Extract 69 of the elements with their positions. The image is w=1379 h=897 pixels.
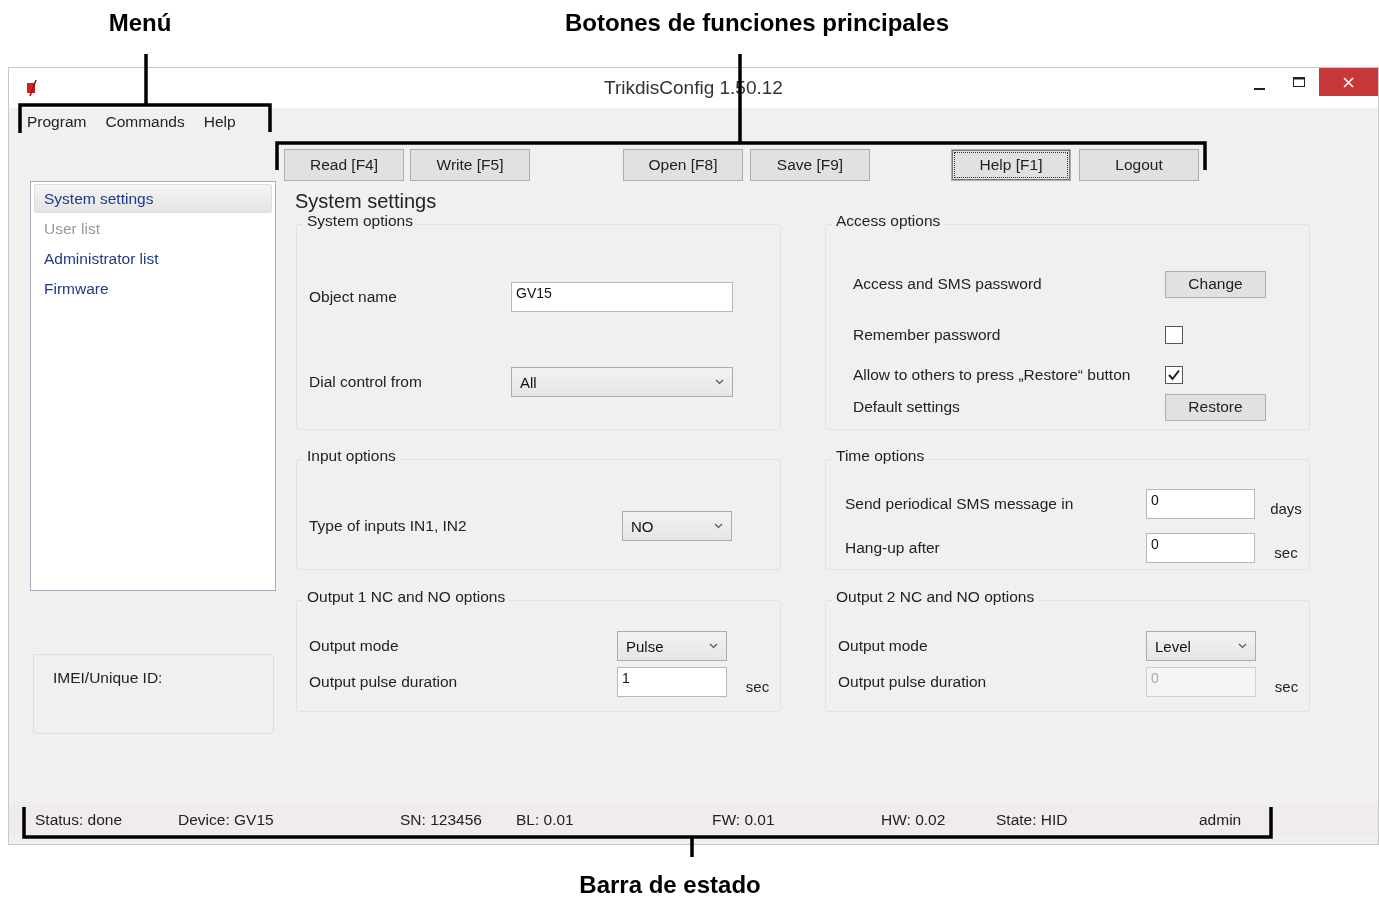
menu-item[interactable]: Help [203, 113, 236, 131]
input-field[interactable]: GV15 [511, 282, 733, 312]
input-field[interactable]: 0 [1146, 533, 1255, 563]
field-label: Output pulse duration [309, 673, 459, 691]
group-title: Input options [303, 447, 400, 465]
status-item: FW: 0.01 [712, 811, 776, 829]
field-label: Hang-up after [845, 539, 941, 557]
field-label: Type of inputs IN1, IN2 [309, 517, 468, 535]
annotation-label: Botones de funciones principales [564, 9, 950, 37]
status-item: BL: 0.01 [516, 811, 575, 829]
toolbar-button[interactable]: Write [F5] [410, 149, 530, 181]
group-title: Access options [832, 212, 945, 230]
toolbar-button[interactable]: Save [F9] [750, 149, 870, 181]
maximize-icon [1293, 76, 1305, 88]
toolbar-button[interactable]: Open [F8] [623, 149, 743, 181]
input-field[interactable]: 0 [1146, 489, 1255, 519]
field-label: Output mode [838, 637, 929, 655]
unit-label: sec [745, 678, 771, 697]
status-item: HW: 0.02 [881, 811, 947, 829]
sidebar-item[interactable]: Administrator list [34, 244, 272, 273]
field-label: Object name [309, 288, 398, 306]
chevron-down-icon [714, 523, 723, 529]
dropdown[interactable]: Level [1146, 631, 1256, 661]
annotation-label: Barra de estado [579, 871, 761, 897]
field-label: Default settings [853, 398, 961, 416]
menu-item[interactable]: Program [27, 113, 87, 131]
sidebar-item[interactable]: System settings [34, 184, 272, 213]
unit-label: sec [1274, 544, 1299, 563]
status-item: State: HID [996, 811, 1069, 829]
input-field[interactable]: 1 [617, 667, 727, 697]
close-icon [1343, 76, 1354, 88]
app-logo-icon [26, 80, 38, 96]
field-label: Dial control from [309, 373, 423, 391]
action-button[interactable]: Change [1165, 270, 1266, 298]
annotation-label: Menú [108, 9, 172, 37]
group-title: Output 2 NC and NO options [832, 588, 1039, 606]
dropdown[interactable]: All [511, 367, 733, 397]
toolbar-button[interactable]: Read [F4] [284, 149, 404, 181]
field-label: Output pulse duration [838, 673, 988, 691]
field-label: Access and SMS password [853, 275, 1043, 293]
group-title: Time options [832, 447, 929, 465]
field-label: Remember password [853, 326, 1002, 344]
group-title: Output 1 NC and NO options [303, 588, 510, 606]
imei-label: IMEI/Unique ID: [53, 669, 163, 686]
action-button[interactable]: Restore [1165, 393, 1266, 421]
chevron-down-icon [709, 643, 718, 649]
field-label: Allow to others to press „Restore“ button [853, 366, 1132, 384]
menu-item[interactable]: Commands [105, 113, 185, 131]
status-item: Device: GV15 [178, 811, 275, 829]
status-item: SN: 123456 [400, 811, 483, 829]
checkbox[interactable] [1165, 366, 1183, 384]
toolbar-button[interactable]: Help [F1] [951, 149, 1071, 181]
chevron-down-icon [715, 379, 724, 385]
field-label: Send periodical SMS message in [845, 495, 1075, 513]
chevron-down-icon [1238, 643, 1247, 649]
checkbox[interactable] [1165, 326, 1183, 344]
unit-label: days [1270, 500, 1303, 519]
group-title: System options [303, 212, 417, 230]
dropdown[interactable]: Pulse [617, 631, 727, 661]
minimize-icon [1253, 88, 1265, 90]
status-item: admin [1199, 811, 1243, 829]
toolbar-button[interactable]: Logout [1079, 149, 1199, 181]
sidebar-item[interactable]: Firmware [34, 274, 272, 303]
checkmark-icon [1167, 369, 1181, 381]
unit-label: sec [1274, 678, 1300, 697]
page-heading: System settings [295, 190, 438, 214]
field-label: Output mode [309, 637, 400, 655]
status-item: Status: done [35, 811, 124, 829]
dropdown[interactable]: NO [622, 511, 732, 541]
